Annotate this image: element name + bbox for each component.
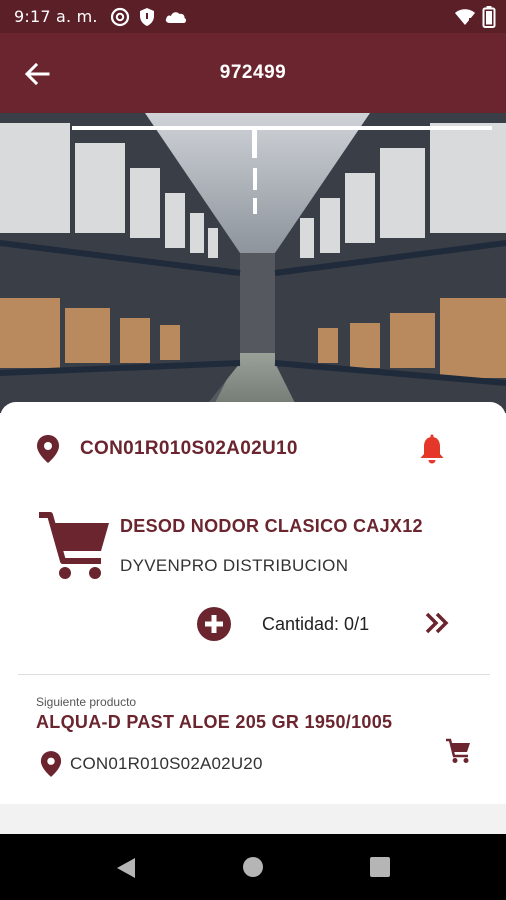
location-pin-icon (40, 751, 62, 777)
task-card: CON01R010S02A02U10 DESOD NODOR CLASICO C… (0, 402, 506, 804)
nav-home-icon[interactable] (242, 856, 264, 878)
bell-icon[interactable] (418, 434, 446, 466)
cart-icon[interactable] (445, 738, 471, 764)
quantity-label: Cantidad: 0/1 (262, 614, 370, 634)
page-title: 972499 (219, 62, 287, 83)
divider (18, 674, 490, 675)
location-row: CON01R010S02A02U10 (36, 434, 298, 464)
at-sign-icon (110, 7, 129, 26)
nav-back-icon[interactable] (115, 856, 137, 880)
shopping-cart-icon (39, 512, 109, 579)
system-nav-bar (0, 834, 506, 900)
nav-recents-icon[interactable] (370, 857, 390, 877)
location-code: CON01R010S02A02U10 (80, 438, 298, 459)
add-quantity-button[interactable] (196, 606, 232, 642)
warehouse-image (0, 113, 506, 413)
progress-bar (72, 126, 492, 130)
location-pin-icon (37, 435, 59, 463)
battery-icon (482, 6, 496, 28)
next-product-label: Siguiente producto (36, 695, 137, 709)
double-chevron-right-icon[interactable] (422, 608, 452, 638)
status-time: 9:17 a. m. (14, 7, 98, 26)
app-bar: 972499 (0, 33, 506, 113)
next-location-row: CON01R010S02A02U20 (40, 750, 263, 778)
cloud-icon (165, 11, 186, 23)
supplier-name: DYVENPRO DISTRIBUCION (120, 556, 349, 575)
wifi-icon (455, 9, 475, 25)
next-location-code: CON01R010S02A02U20 (70, 754, 263, 773)
product-name: DESOD NODOR CLASICO CAJX12 (120, 516, 423, 536)
status-bar: 9:17 a. m. (0, 0, 506, 33)
progress-bar-fill (72, 126, 492, 130)
shield-icon (139, 7, 154, 26)
next-product-name: ALQUA-D PAST ALOE 205 GR 1950/1005 (36, 712, 393, 732)
